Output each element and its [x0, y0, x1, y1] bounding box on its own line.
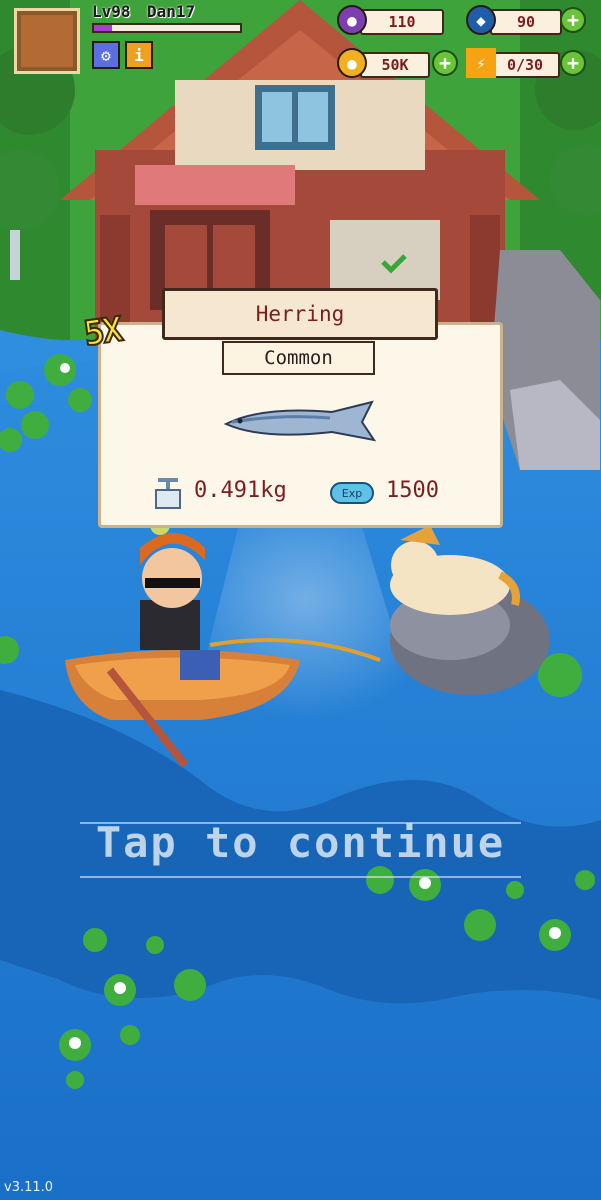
exp-value: 1500	[386, 478, 439, 503]
fish-name-plate: Herring	[162, 288, 438, 340]
version-label: v3.11.0	[4, 1180, 54, 1195]
herring-fish-icon	[223, 400, 377, 442]
purple-currency-counter: 110	[360, 9, 444, 35]
coins-value: 50K	[381, 56, 409, 74]
xp-progress-fill	[94, 25, 112, 31]
catch-multiplier: 5X	[80, 309, 124, 356]
player-avatar[interactable]	[14, 8, 80, 74]
energy-counter: 0/30	[490, 52, 560, 78]
settings-button[interactable]: ⚙	[92, 41, 120, 69]
tap-to-continue-prompt[interactable]: Tap to continue	[0, 818, 601, 867]
fish-currency-value: 90	[516, 13, 536, 31]
game-scene[interactable]	[0, 0, 601, 1200]
fish-rarity-plate: Common	[222, 341, 375, 375]
fish-rarity: Common	[264, 347, 333, 369]
fish-currency-counter: 90	[490, 9, 562, 35]
add-fish-currency-button[interactable]: +	[560, 7, 586, 33]
player-level: Lv98	[92, 2, 131, 21]
add-energy-button[interactable]: +	[560, 50, 586, 76]
coin-icon: ●	[337, 48, 367, 78]
energy-value: 0/30	[506, 56, 544, 74]
player-name: Dan17	[147, 2, 196, 21]
fish-weight: 0.491kg	[194, 478, 287, 503]
info-button[interactable]: i	[125, 41, 153, 69]
xp-progress-bar	[92, 23, 242, 33]
coins-counter: 50K	[360, 52, 430, 78]
exp-icon: Exp	[330, 482, 374, 504]
prompt-bottom-divider	[80, 876, 521, 878]
exp-label: Exp	[341, 486, 363, 500]
raccoon-portrait-icon	[21, 15, 73, 67]
fish-token-icon: ◆	[466, 5, 496, 35]
lightning-icon: ⚡	[466, 48, 496, 78]
gear-icon: ⚙	[101, 45, 111, 65]
info-icon: i	[134, 45, 144, 65]
purple-currency-value: 110	[388, 13, 416, 31]
scale-weight-icon	[155, 478, 181, 509]
fish-name: Herring	[255, 302, 345, 326]
purple-orb-icon: ●	[337, 5, 367, 35]
add-coins-button[interactable]: +	[432, 50, 458, 76]
